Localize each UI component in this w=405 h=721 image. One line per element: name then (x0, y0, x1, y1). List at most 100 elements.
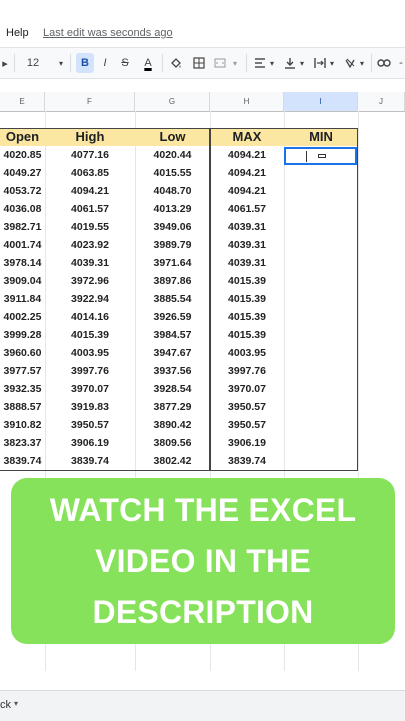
table-cell[interactable]: 3984.57 (135, 326, 210, 344)
header-min[interactable]: MIN (284, 128, 358, 146)
table-cell[interactable]: 4023.92 (45, 236, 135, 254)
header-high[interactable]: High (45, 128, 135, 146)
table-cell[interactable]: 3982.71 (0, 218, 45, 236)
table-cell[interactable]: 4039.31 (45, 254, 135, 272)
strikethrough-icon[interactable]: S (118, 53, 132, 73)
table-cell[interactable]: 3989.79 (135, 236, 210, 254)
horizontal-align-icon[interactable] (252, 53, 268, 73)
table-cell[interactable]: 3885.54 (135, 290, 210, 308)
table-cell[interactable]: 4015.39 (210, 272, 284, 290)
header-open[interactable]: Open (0, 128, 45, 146)
vertical-align-icon[interactable] (282, 53, 298, 73)
table-cell[interactable]: 4061.57 (45, 200, 135, 218)
table-cell[interactable]: 4019.55 (45, 218, 135, 236)
table-cell[interactable] (284, 452, 358, 470)
dropdown-arrow-icon[interactable]: ▸ (0, 53, 10, 73)
table-cell[interactable]: 4003.95 (45, 344, 135, 362)
toolbar-minus[interactable]: - (397, 53, 405, 73)
rotation-dropdown-icon[interactable]: ▾ (358, 53, 366, 73)
active-cell-i[interactable] (284, 147, 357, 165)
table-cell[interactable]: 4061.57 (210, 200, 284, 218)
table-cell[interactable]: 3897.86 (135, 272, 210, 290)
table-cell[interactable]: 4015.39 (210, 326, 284, 344)
table-cell[interactable]: 4039.31 (210, 236, 284, 254)
table-cell[interactable]: 3949.06 (135, 218, 210, 236)
table-cell[interactable]: 3950.57 (210, 416, 284, 434)
table-cell[interactable]: 4039.31 (210, 254, 284, 272)
table-cell[interactable]: 3970.07 (210, 380, 284, 398)
table-cell[interactable]: 3928.54 (135, 380, 210, 398)
table-cell[interactable]: 4020.44 (135, 146, 210, 164)
table-cell[interactable]: 3888.57 (0, 398, 45, 416)
table-cell[interactable]: 4020.85 (0, 146, 45, 164)
table-cell[interactable]: 4013.29 (135, 200, 210, 218)
column-header-g[interactable]: G (135, 92, 210, 111)
table-cell[interactable]: 4036.08 (0, 200, 45, 218)
table-cell[interactable] (284, 380, 358, 398)
table-cell[interactable]: 4039.31 (210, 218, 284, 236)
table-cell[interactable] (284, 200, 358, 218)
column-header-i[interactable]: I (284, 92, 358, 111)
table-cell[interactable]: 4094.21 (210, 146, 284, 164)
table-cell[interactable]: 3950.57 (45, 416, 135, 434)
table-cell[interactable]: 3906.19 (210, 434, 284, 452)
table-cell[interactable]: 4053.72 (0, 182, 45, 200)
table-cell[interactable] (284, 362, 358, 380)
table-cell[interactable]: 3926.59 (135, 308, 210, 326)
link-icon[interactable] (376, 53, 392, 73)
table-cell[interactable] (284, 416, 358, 434)
table-cell[interactable]: 3997.76 (45, 362, 135, 380)
table-cell[interactable] (284, 272, 358, 290)
table-cell[interactable]: 4003.95 (210, 344, 284, 362)
column-header-h[interactable]: H (210, 92, 284, 111)
header-low[interactable]: Low (135, 128, 210, 146)
table-cell[interactable] (284, 344, 358, 362)
table-cell[interactable] (284, 326, 358, 344)
table-cell[interactable]: 3910.82 (0, 416, 45, 434)
merge-dropdown-icon[interactable]: ▾ (230, 53, 240, 73)
table-cell[interactable]: 4094.21 (45, 182, 135, 200)
font-size-value[interactable]: 12 (26, 53, 40, 73)
column-header-j[interactable]: J (358, 92, 405, 111)
table-cell[interactable]: 3978.14 (0, 254, 45, 272)
bold-icon[interactable]: B (76, 53, 94, 73)
column-header-f[interactable]: F (45, 92, 135, 111)
table-cell[interactable]: 3937.56 (135, 362, 210, 380)
table-cell[interactable]: 3839.74 (0, 452, 45, 470)
table-cell[interactable] (284, 254, 358, 272)
table-cell[interactable]: 3971.64 (135, 254, 210, 272)
table-cell[interactable]: 3911.84 (0, 290, 45, 308)
table-cell[interactable]: 3947.67 (135, 344, 210, 362)
fill-color-icon[interactable] (168, 53, 184, 73)
table-cell[interactable] (284, 182, 358, 200)
table-cell[interactable] (284, 290, 358, 308)
table-cell[interactable] (284, 398, 358, 416)
table-cell[interactable]: 4015.39 (210, 308, 284, 326)
table-cell[interactable]: 3950.57 (210, 398, 284, 416)
text-color-icon[interactable]: A (140, 53, 156, 73)
merge-cells-icon[interactable] (212, 53, 228, 73)
table-cell[interactable]: 4094.21 (210, 182, 284, 200)
table-cell[interactable] (284, 434, 358, 452)
sheet-tab-dropdown-icon[interactable]: ▾ (14, 699, 18, 708)
table-cell[interactable]: 3922.94 (45, 290, 135, 308)
align-dropdown-icon[interactable]: ▾ (268, 53, 276, 73)
table-cell[interactable]: 3919.83 (45, 398, 135, 416)
table-cell[interactable]: 3823.37 (0, 434, 45, 452)
table-cell[interactable]: 3909.04 (0, 272, 45, 290)
table-cell[interactable]: 3960.60 (0, 344, 45, 362)
table-cell[interactable]: 3877.29 (135, 398, 210, 416)
table-cell[interactable]: 3890.42 (135, 416, 210, 434)
table-cell[interactable]: 3802.42 (135, 452, 210, 470)
table-cell[interactable]: 3997.76 (210, 362, 284, 380)
table-cell[interactable]: 4015.39 (45, 326, 135, 344)
borders-icon[interactable] (192, 53, 206, 73)
table-cell[interactable]: 4014.16 (45, 308, 135, 326)
table-cell[interactable]: 3932.35 (0, 380, 45, 398)
table-cell[interactable]: 4077.16 (45, 146, 135, 164)
valign-dropdown-icon[interactable]: ▾ (298, 53, 306, 73)
header-max[interactable]: MAX (210, 128, 284, 146)
table-cell[interactable] (284, 164, 358, 182)
table-cell[interactable]: 3906.19 (45, 434, 135, 452)
table-cell[interactable]: 4002.25 (0, 308, 45, 326)
